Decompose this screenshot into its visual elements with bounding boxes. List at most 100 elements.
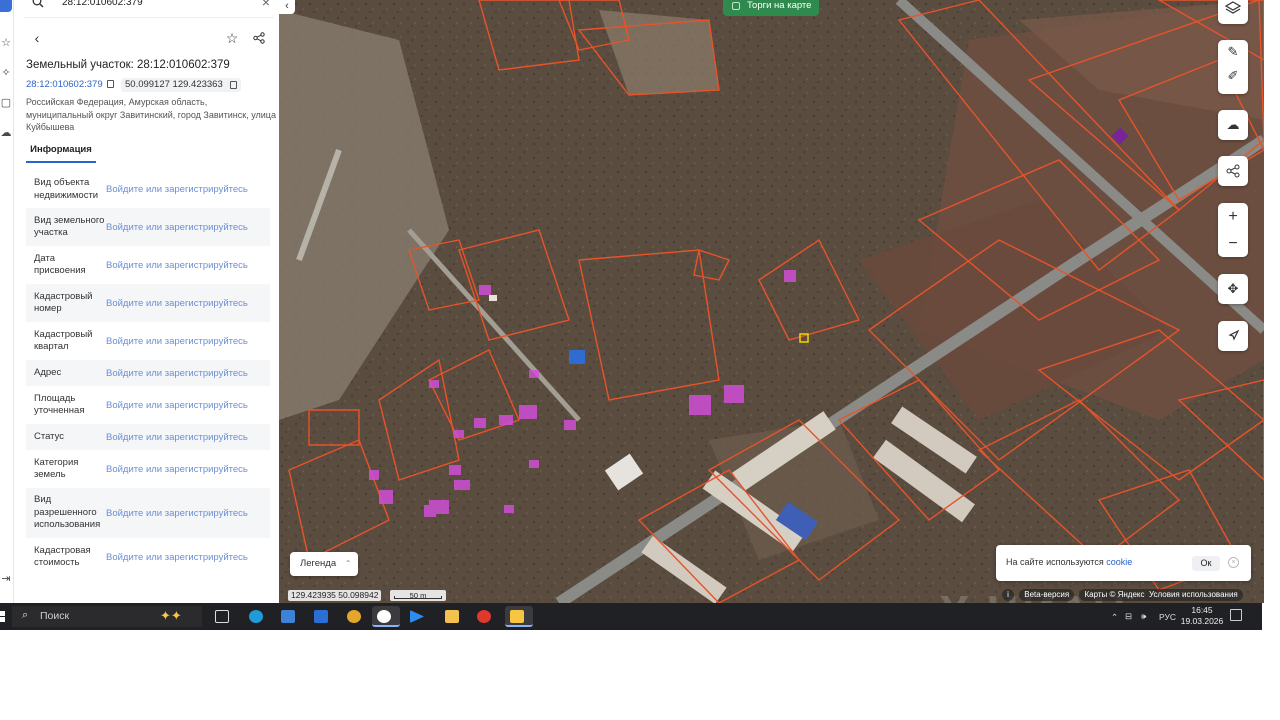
login-prompt-link[interactable]: Войдите или зарегистрируйтесь [106,184,248,195]
login-prompt-link[interactable]: Войдите или зарегистрируйтесь [106,464,248,475]
tab-information[interactable]: Информация [26,139,96,163]
login-prompt-link[interactable]: Войдите или зарегистрируйтесь [106,298,248,309]
info-row-label: Вид земельного участка [34,214,105,239]
cloud-rail-icon[interactable]: ☁ [0,126,12,140]
map-attribution: i Beta-версия Карты © Яндекс Условия исп… [1002,589,1246,601]
satellite-map[interactable] [279,0,1264,603]
zoom-controls: + − [1218,203,1248,257]
taskbar-search-placeholder: Поиск [40,610,70,622]
collapse-panel-button[interactable]: ‹ [279,0,295,14]
torgi-map-toggle[interactable]: Торги на карте [723,0,819,16]
taskbar-clock[interactable]: 16:45 19.03.2026 [1178,603,1226,630]
layers-button[interactable] [1218,0,1248,24]
copy-icon[interactable] [229,81,237,89]
cadastral-number-chip[interactable]: 28:12:010602:379 [26,78,114,92]
zoom-in-button[interactable]: + [1218,203,1248,230]
cadastral-number: 28:12:010602:379 [26,79,103,90]
favorite-star-icon[interactable]: ☆ [223,29,241,47]
login-prompt-link[interactable]: Войдите или зарегистрируйтесь [106,222,248,233]
chrome-icon[interactable] [342,606,366,627]
windows-start-icon[interactable] [0,611,6,622]
layers-rail-icon[interactable]: ▢ [0,96,12,110]
info-row-label: Статус [34,430,65,442]
info-row-label: Кадастровый квартал [34,328,93,353]
yandex-browser-icon[interactable] [372,606,400,627]
terms-link[interactable]: Условия использования [1149,589,1238,601]
cursor-coordinates: 129.423935 50.098942 [288,590,382,601]
language-indicator[interactable]: РУС [1159,612,1176,622]
draw-tools-group: ✎ ✐ [1218,40,1248,94]
app-logo[interactable] [0,0,12,12]
info-row-label: Дата присвоения [34,252,86,277]
share-icon [1226,164,1240,178]
login-prompt-link[interactable]: Войдите или зарегистрируйтесь [106,368,248,379]
logout-icon[interactable]: ⇥ [0,572,12,586]
coordinates-chip[interactable]: 50.099127 129.423363 [121,78,241,92]
clear-search-icon[interactable]: × [262,0,270,9]
close-icon[interactable]: × [1228,557,1239,568]
search-input[interactable]: 28:12:010602:379 [62,0,143,8]
map-view[interactable]: Торги на карте Х ЦИАН Легенда ⌃ 129.4239… [279,0,1264,603]
store-icon[interactable] [276,606,300,627]
login-prompt-link[interactable]: Войдите или зарегистрируйтесь [106,336,248,347]
chevron-up-icon[interactable]: ⌃ [1111,612,1118,623]
cookie-banner: На сайте используются cookie Ок × [996,545,1251,581]
mail-icon[interactable] [309,606,333,627]
info-row: Дата присвоения Войдите или зарегистрируй… [26,246,270,284]
cookie-link[interactable]: cookie [1106,557,1132,567]
copy-icon[interactable] [106,80,114,88]
notification-icon[interactable] [1230,609,1242,621]
volume-icon[interactable]: 🕪 [1141,611,1146,622]
pan-button[interactable]: ✥ [1218,274,1248,304]
yandex-attribution[interactable]: Карты © Яндекс [1084,589,1144,601]
checkbox-icon[interactable] [732,2,740,10]
yandex-icon[interactable] [472,606,496,627]
file-explorer-icon[interactable] [440,606,464,627]
login-prompt-link[interactable]: Войдите или зарегистрируйтесь [106,400,248,411]
maps-app-icon[interactable] [505,606,533,627]
media-player-icon[interactable] [405,606,429,627]
legend-button[interactable]: Легенда ⌃ [290,552,358,576]
share-map-button[interactable] [1218,156,1248,186]
share-button[interactable] [250,29,268,47]
pin-icon[interactable]: ✧ [0,66,12,80]
pencil-icon[interactable]: ✎ [1218,40,1248,64]
info-row: Категория земель Войдите или зарегистриру… [26,450,270,488]
share-icon [253,32,265,44]
info-row-label: Категория земель [34,456,79,481]
info-icon[interactable]: i [1002,589,1014,601]
login-prompt-link[interactable]: Войдите или зарегистрируйтесь [106,432,248,443]
star-icon[interactable]: ☆ [0,36,12,50]
info-row: Адрес Войдите или зарегистрируйтесь [26,360,270,386]
network-icon[interactable]: ⊟ [1125,611,1132,622]
task-view-button[interactable] [210,606,234,627]
cookie-text: На сайте используются [1006,557,1107,567]
layers-icon [1224,1,1242,14]
info-row: Кадастровый номер Войдите или зарегистрир… [26,284,270,322]
left-rail: ☆ ✧ ▢ ☁ ⇥ [0,0,14,603]
info-row: Площадь уточненная Войдите или зарегистри… [26,386,270,424]
coordinates-value: 50.099127 129.423363 [125,79,223,90]
login-prompt-link[interactable]: Войдите или зарегистрируйтесь [106,552,248,563]
info-row: Вид разрешенного использования Войдите ил… [26,488,270,538]
geolocation-button[interactable] [1218,321,1248,351]
zoom-out-button[interactable]: − [1218,230,1248,257]
upload-button[interactable]: ☁ [1218,110,1248,140]
search-bar[interactable]: 28:12:010602:379 × [24,0,274,18]
taskbar-search[interactable]: ⌕ Поиск ✦✦ [12,606,202,627]
info-row-label: Вид разрешенного использования [34,494,101,531]
info-row-label: Адрес [34,366,62,378]
info-row: Вид объекта недвижимости Войдите или заре… [26,171,270,208]
windows-taskbar: ⌕ Поиск ✦✦ ⌃ ⊟ 🕪 РУС [0,603,1262,630]
login-prompt-link[interactable]: Войдите или зарегистрируйтесь [106,508,248,519]
parcel-title: Земельный участок: 28:12:010602:379 [26,59,230,71]
login-prompt-link[interactable]: Войдите или зарегистрируйтесь [106,260,248,271]
cookie-ok-button[interactable]: Ок [1192,556,1220,571]
clock-time: 16:45 [1191,605,1213,615]
info-row: Вид земельного участка Войдите или зареги… [26,208,270,246]
navigation-arrow-icon [1228,329,1240,341]
edge-icon[interactable] [244,606,268,627]
scale-line [394,596,442,599]
back-button[interactable]: ‹ [28,29,46,47]
edit-icon[interactable]: ✐ [1218,64,1248,88]
